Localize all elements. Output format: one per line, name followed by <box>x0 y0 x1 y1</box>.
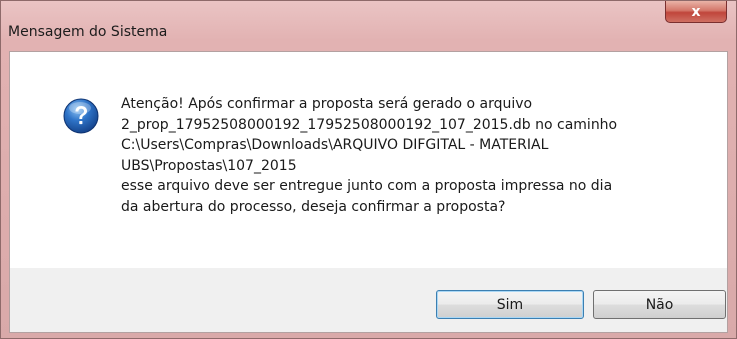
no-button[interactable]: Não <box>593 290 726 319</box>
yes-button[interactable]: Sim <box>436 290 584 319</box>
message-line: 2_prop_17952508000192_17952508000192_107… <box>121 116 618 133</box>
message-area: Atenção! Após confirmar a proposta será … <box>10 52 727 268</box>
message-line: UBS\Propostas\107_2015 <box>121 157 297 174</box>
close-button[interactable]: x <box>665 1 727 23</box>
title-bar[interactable]: Mensagem do Sistema x <box>1 1 736 51</box>
message-line: C:\Users\Compras\Downloads\ARQUIVO DIFGI… <box>121 137 549 153</box>
dialog-window: Mensagem do Sistema x Atenção! Após conf… <box>0 0 737 339</box>
message-line: Atenção! Após confirmar a proposta será … <box>121 96 533 112</box>
dialog-message: Atenção! Após confirmar a proposta será … <box>121 94 617 217</box>
message-line: esse arquivo deve ser entregue junto com… <box>121 178 613 194</box>
close-icon: x <box>691 3 701 20</box>
window-title: Mensagem do Sistema <box>8 24 168 40</box>
question-icon <box>63 98 99 134</box>
dialog-body: Atenção! Após confirmar a proposta será … <box>9 51 728 333</box>
message-line: da abertura do processo, deseja confirma… <box>121 198 506 215</box>
